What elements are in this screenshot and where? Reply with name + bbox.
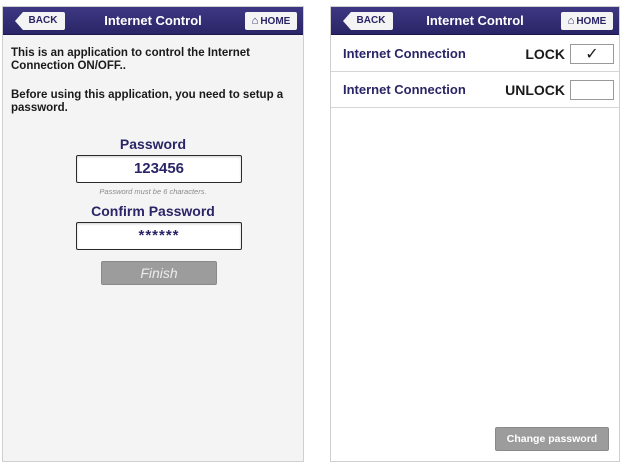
back-button[interactable]: BACK [343,12,393,30]
lock-checkbox[interactable]: ✓ [570,44,614,64]
lock-state-label: LOCK [525,46,565,62]
home-button[interactable]: ⌂ HOME [245,12,297,30]
home-icon: ⌂ [251,15,259,27]
password-hint: Password must be 6 characters. [99,187,207,196]
row-label: Internet Connection [343,46,466,61]
password-setup-screen: Internet Control BACK ⌂ HOME This is an a… [2,6,304,462]
unlock-checkbox[interactable] [570,80,614,100]
navbar: Internet Control BACK ⌂ HOME [3,7,303,35]
unlock-row[interactable]: Internet Connection UNLOCK [331,72,619,108]
lock-row[interactable]: Internet Connection LOCK ✓ [331,36,619,72]
row-label: Internet Connection [343,82,466,97]
finish-button[interactable]: Finish [101,261,217,285]
internet-control-screen: Internet Control BACK ⌂ HOME Internet Con… [330,6,620,462]
home-icon: ⌂ [567,15,575,27]
navbar: Internet Control BACK ⌂ HOME [331,7,619,35]
password-input[interactable]: 123456 [76,155,242,183]
setup-instruction-text: Before using this application, you need … [11,89,284,114]
back-button[interactable]: BACK [15,12,65,30]
change-password-button[interactable]: Change password [495,427,609,451]
password-label: Password [119,136,187,152]
unlock-state-label: UNLOCK [505,82,565,98]
home-button[interactable]: ⌂ HOME [561,12,613,30]
confirm-password-label: Confirm Password [91,203,215,219]
confirm-password-input[interactable]: ****** [76,222,242,250]
intro-text: This is an application to control the In… [11,47,250,72]
home-label: HOME [576,16,607,27]
home-label: HOME [260,16,291,27]
